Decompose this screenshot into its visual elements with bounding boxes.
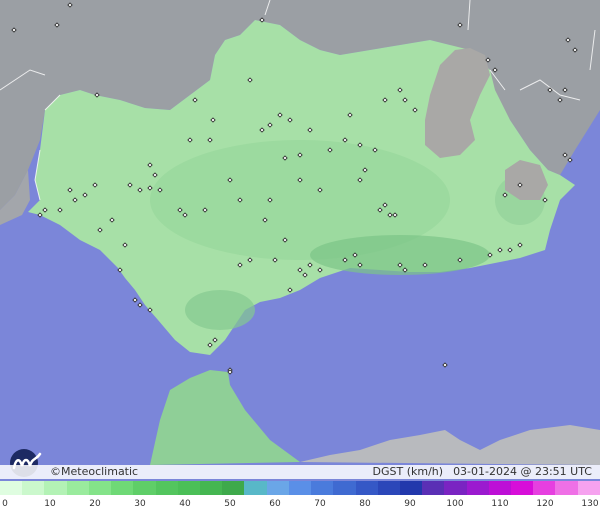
- scale-swatch: [222, 481, 245, 495]
- scale-tick-label: 10: [44, 499, 56, 509]
- credit-text: ©Meteoclimatic: [50, 465, 139, 478]
- scale-swatch: [555, 481, 578, 495]
- scale-swatch: [88, 481, 112, 495]
- scale-swatch: [0, 481, 23, 495]
- scale-tick-label: 80: [359, 499, 371, 509]
- scale-tick-label: 100: [446, 499, 464, 509]
- scale-tick-label: 130: [581, 499, 599, 509]
- scale-swatch: [355, 481, 378, 495]
- scale-swatch: [377, 481, 400, 495]
- scale-tick-label: 70: [314, 499, 326, 509]
- scale-swatch: [155, 481, 178, 495]
- scale-swatch: [133, 481, 156, 495]
- scale-swatch: [488, 481, 512, 495]
- scale-tick-label: 20: [89, 499, 101, 509]
- scale-tick-label: 0: [2, 499, 8, 509]
- scale-tick-label: 110: [491, 499, 509, 509]
- scale-swatch: [199, 481, 223, 495]
- scale-tick-label: 50: [224, 499, 236, 509]
- scale-swatch: [399, 481, 423, 495]
- scale-swatch: [111, 481, 134, 495]
- map-info: DGST (km/h) 03-01-2024 @ 23:51 UTC: [363, 465, 592, 479]
- scale-swatch: [466, 481, 489, 495]
- scale-swatch: [22, 481, 45, 495]
- scale-swatch: [333, 481, 356, 495]
- scale-swatch: [533, 481, 556, 495]
- scale-swatch: [244, 481, 267, 495]
- scale-swatch: [511, 481, 534, 495]
- scale-swatch: [422, 481, 445, 495]
- color-scale: 0 10 20 30 40 50 60 70 80 90 100 110 120 130: [0, 481, 600, 517]
- scale-swatch: [266, 481, 289, 495]
- scale-tick-label: 120: [536, 499, 554, 509]
- scale-swatch: [288, 481, 312, 495]
- map-footer: ©Meteoclimatic DGST (km/h) 03-01-2024 @ 2…: [0, 465, 600, 479]
- scale-swatch: [177, 481, 200, 495]
- scale-tick-label: 30: [134, 499, 146, 509]
- scale-ticks: 0 10 20 30 40 50 60 70 80 90 100 110 120 130: [0, 499, 600, 513]
- relief-south: [185, 290, 255, 330]
- scale-tick-label: 90: [404, 499, 416, 509]
- scale-tick-label: 60: [269, 499, 281, 509]
- relief-coast: [310, 235, 490, 275]
- variable-label: DGST (km/h): [372, 465, 444, 478]
- wind-gust-map: [0, 0, 600, 517]
- scale-swatch: [66, 481, 89, 495]
- scale-tick-label: 40: [179, 499, 191, 509]
- scale-swatch: [311, 481, 334, 495]
- scale-bar: [0, 481, 600, 495]
- scale-swatch: [444, 481, 467, 495]
- scale-swatch: [577, 481, 600, 495]
- timestamp-label: 03-01-2024 @ 23:51 UTC: [453, 465, 592, 478]
- scale-swatch: [44, 481, 67, 495]
